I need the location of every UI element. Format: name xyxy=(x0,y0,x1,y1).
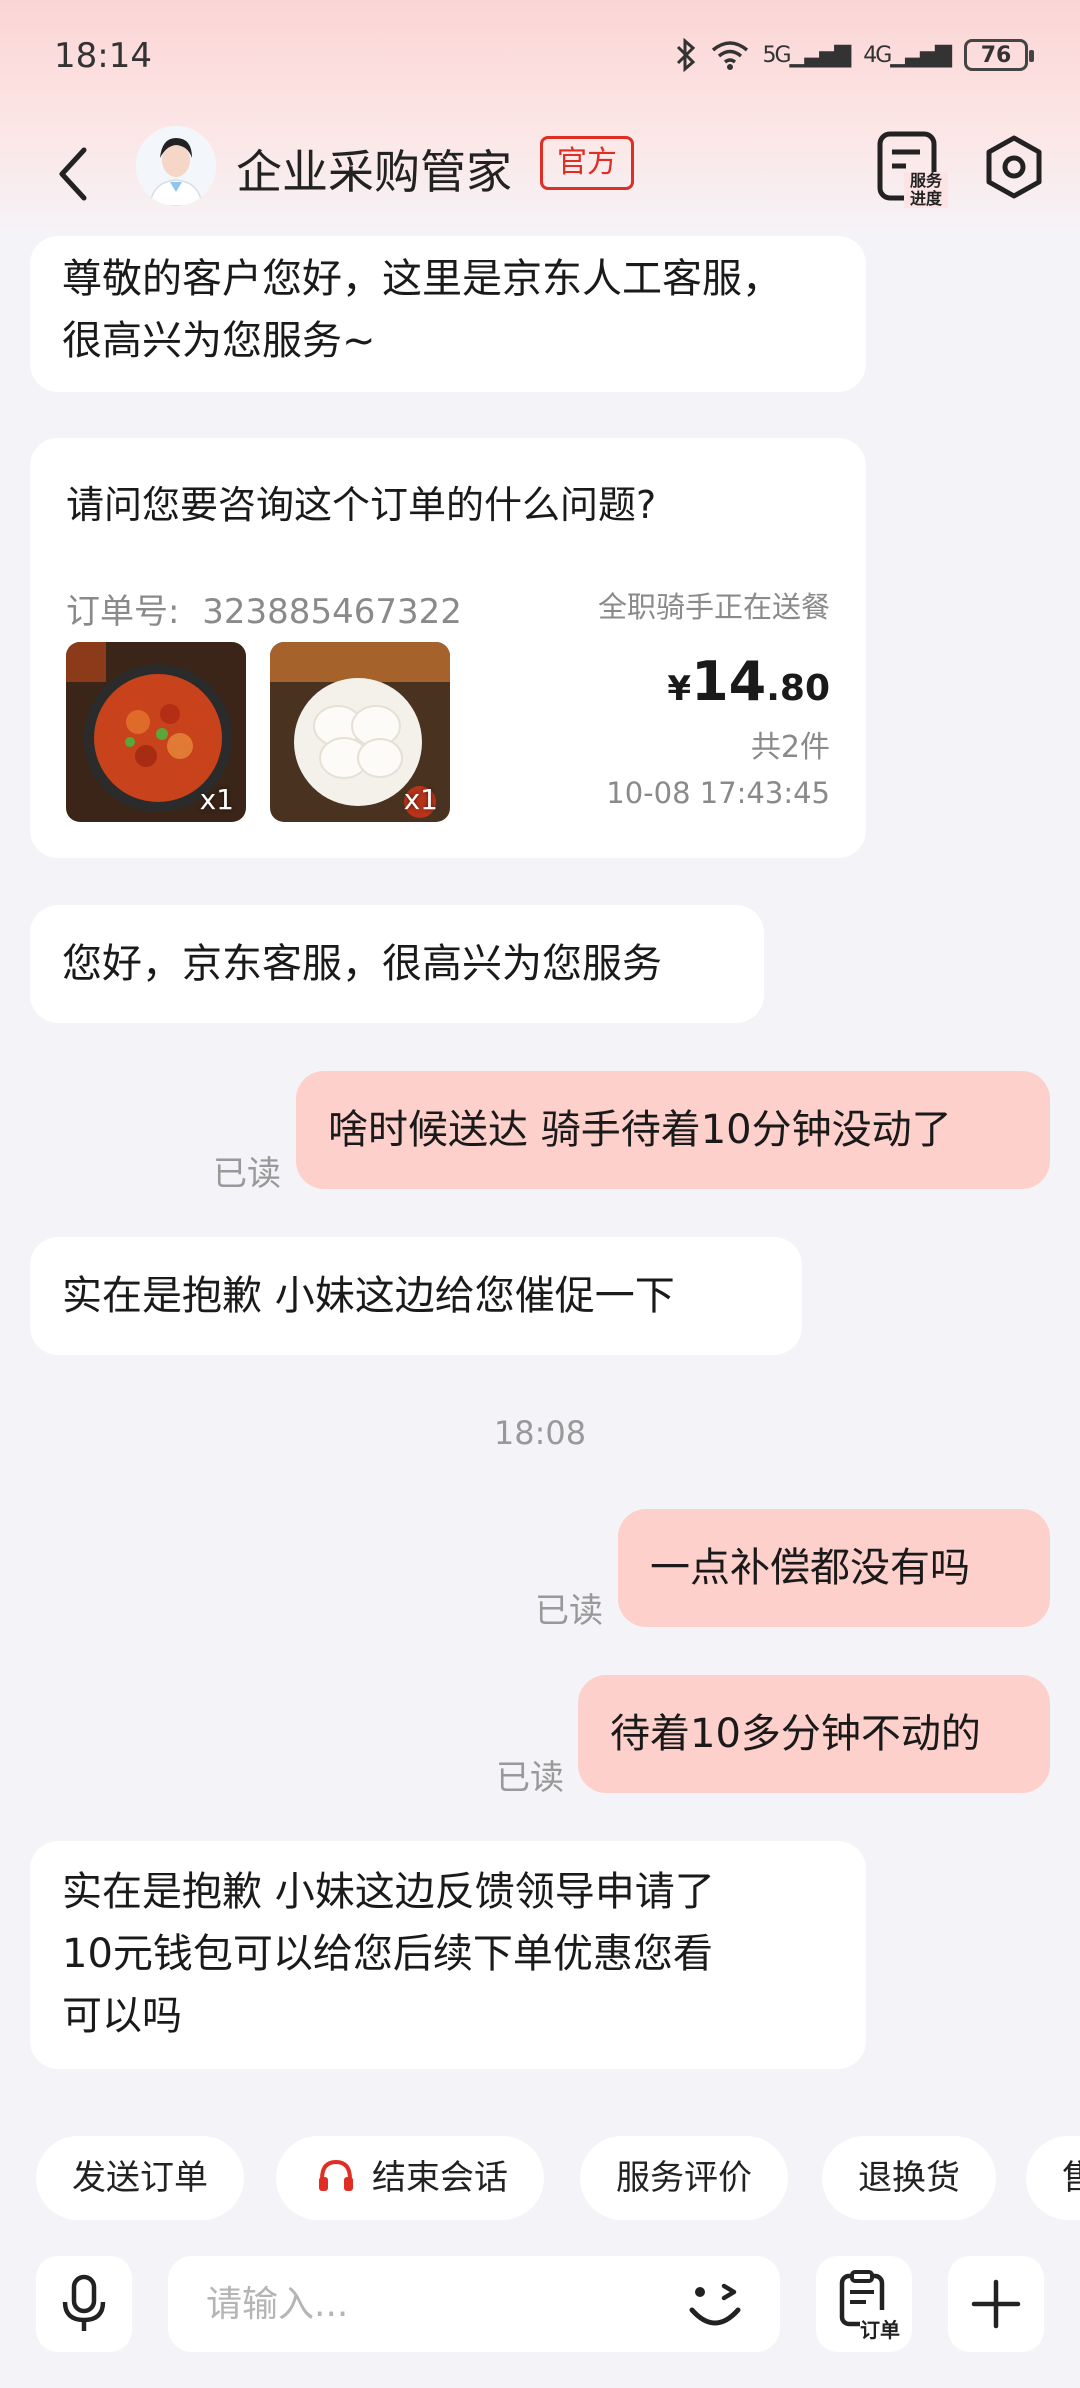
send-order-chip[interactable]: 发送订单 xyxy=(36,2136,244,2220)
message-text: 很高兴为您服务~ xyxy=(62,318,376,364)
message-text: 可以吗 xyxy=(62,1993,182,2039)
service-rating-chip[interactable]: 服务评价 xyxy=(580,2136,788,2220)
order-card[interactable]: 请问您要咨询这个订单的什么问题? 订单号: 323885467322 全职骑手正… xyxy=(30,438,866,858)
end-session-chip[interactable]: 结束会话 xyxy=(276,2136,544,2220)
order-item-image[interactable]: x1 xyxy=(66,642,246,822)
back-arrow-icon xyxy=(59,147,87,201)
chip-label: 结束会话 xyxy=(372,2158,508,2198)
settings-button[interactable] xyxy=(982,132,1046,202)
time-divider: 18:08 xyxy=(493,1414,587,1452)
service-progress-button[interactable]: 服务进度 xyxy=(876,128,948,208)
chip-label: 售 xyxy=(1062,2158,1080,2198)
item-quantity: x1 xyxy=(403,783,438,816)
message-bubble-agent: 您好，京东客服，很高兴为您服务 xyxy=(30,905,764,1023)
message-text: 您好，京东客服，很高兴为您服务 xyxy=(62,941,662,987)
battery-level: 76 xyxy=(980,42,1012,68)
more-chip[interactable]: 售 xyxy=(1026,2136,1080,2220)
order-number: 订单号: 323885467322 xyxy=(66,584,462,633)
network-label-1: 5G xyxy=(762,42,792,68)
order-question: 请问您要咨询这个订单的什么问题? xyxy=(66,483,657,527)
price-integer: 14 xyxy=(691,650,767,713)
avatar[interactable] xyxy=(136,126,216,206)
chip-label: 退换货 xyxy=(858,2158,960,2198)
read-receipt: 已读 xyxy=(535,1591,603,1631)
read-receipt: 已读 xyxy=(213,1154,281,1194)
message-bubble-user: 待着10多分钟不动的 xyxy=(578,1675,1050,1793)
voice-button[interactable] xyxy=(36,2256,132,2352)
order-status: 全职骑手正在送餐 xyxy=(597,590,830,624)
message-bubble-agent: 尊敬的客户您好，这里是京东人工客服， 很高兴为您服务~ xyxy=(30,236,866,392)
emoji-wink-icon xyxy=(689,2283,741,2326)
agent-avatar-icon xyxy=(136,126,216,206)
read-receipt: 已读 xyxy=(496,1758,564,1798)
wifi-icon xyxy=(711,41,748,70)
order-time: 10-08 17:43:45 xyxy=(606,776,830,810)
chip-label: 服务评价 xyxy=(616,2158,752,2198)
service-progress-label: 服务进度 xyxy=(909,171,942,208)
signal-4g-icon: 4G▁▃▅▇ xyxy=(863,42,952,68)
message-text: 实在是抱歉 小妹这边反馈领导申请了 xyxy=(62,1869,715,1915)
order-button-label: 订单 xyxy=(860,2318,900,2342)
microphone-icon xyxy=(62,2274,106,2331)
add-button[interactable] xyxy=(948,2256,1044,2352)
message-bubble-user: 啥时候送达 骑手待着10分钟没动了 xyxy=(296,1071,1050,1189)
message-text: 尊敬的客户您好，这里是京东人工客服， xyxy=(62,256,782,302)
chip-label: 发送订单 xyxy=(72,2158,208,2198)
settings-hexagon-icon xyxy=(986,135,1042,199)
message-text: 待着10多分钟不动的 xyxy=(610,1711,981,1757)
emoji-button[interactable] xyxy=(680,2272,750,2336)
order-item-image[interactable]: x1 xyxy=(270,642,450,822)
signal-5g-icon: 5G▁▃▅▇ xyxy=(762,42,852,68)
order-price: ¥14.80 xyxy=(667,650,830,713)
message-text: 啥时候送达 骑手待着10分钟没动了 xyxy=(328,1107,952,1153)
item-quantity: x1 xyxy=(199,783,234,816)
battery-icon: 76 xyxy=(964,39,1034,71)
network-label-2: 4G xyxy=(863,42,892,68)
message-text: 实在是抱歉 小妹这边给您催促一下 xyxy=(62,1273,675,1319)
official-badge: 官方 xyxy=(540,136,634,190)
bluetooth-icon xyxy=(676,38,695,72)
message-bubble-agent: 实在是抱歉 小妹这边给您催促一下 xyxy=(30,1237,802,1355)
status-icons: 5G▁▃▅▇ 4G▁▃▅▇ 76 xyxy=(675,38,1034,72)
plus-icon xyxy=(971,2279,1021,2329)
back-button[interactable] xyxy=(44,134,100,214)
price-currency: ¥ xyxy=(667,669,692,709)
status-bar: 18:14 5G▁▃▅▇ 4G▁▃▅▇ 76 xyxy=(0,0,1080,120)
quick-actions-bar: 发送订单 结束会话 服务评价 退换货 售 xyxy=(0,2136,1080,2222)
price-decimal: .80 xyxy=(766,668,830,709)
return-exchange-chip[interactable]: 退换货 xyxy=(822,2136,996,2220)
message-bubble-user: 一点补偿都没有吗 xyxy=(618,1509,1050,1627)
order-item-count: 共2件 xyxy=(750,730,830,765)
order-number-value: 323885467322 xyxy=(202,592,462,632)
chat-header: 企业采购管家 官方 服务进度 xyxy=(0,120,1080,230)
message-bubble-agent: 实在是抱歉 小妹这边反馈领导申请了 10元钱包可以给您后续下单优惠您看 可以吗 xyxy=(30,1841,866,2069)
input-bar: 订单 xyxy=(0,2250,1080,2388)
status-time: 18:14 xyxy=(54,36,152,76)
order-button[interactable]: 订单 xyxy=(816,2256,912,2352)
message-text: 10元钱包可以给您后续下单优惠您看 xyxy=(62,1931,713,1977)
order-number-label: 订单号: xyxy=(66,592,180,632)
message-text: 一点补偿都没有吗 xyxy=(650,1545,970,1591)
page-title: 企业采购管家 xyxy=(236,145,512,199)
headset-icon xyxy=(319,2159,353,2191)
